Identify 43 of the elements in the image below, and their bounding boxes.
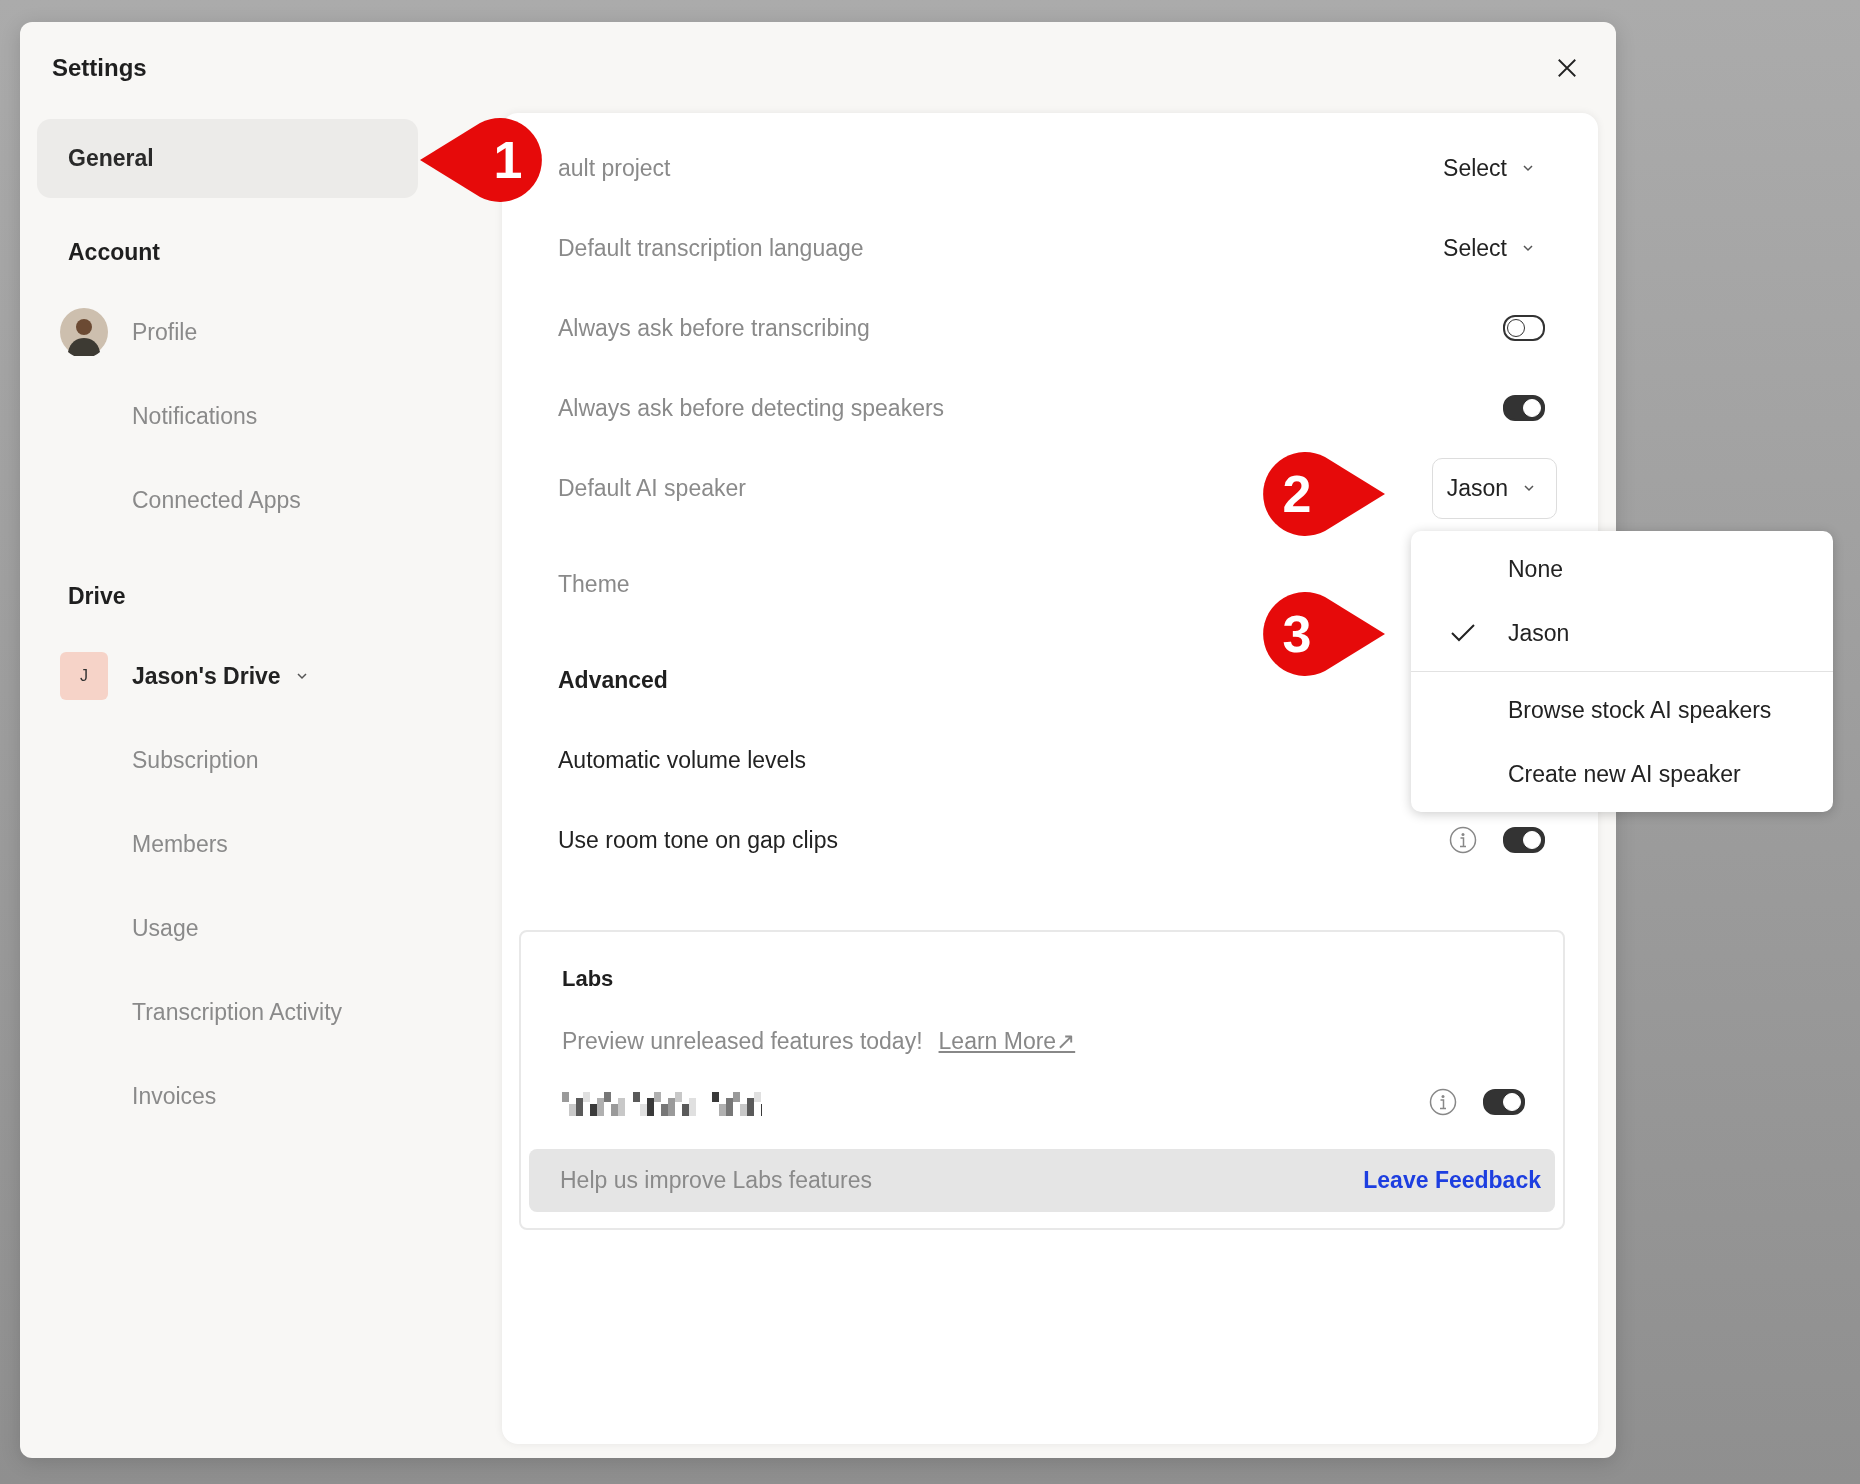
sidebar-item[interactable]: Profile	[132, 314, 198, 350]
menu-item[interactable]: Create new AI speaker	[1411, 742, 1833, 806]
info-icon[interactable]	[1449, 826, 1477, 854]
setting-label: Default AI speaker	[558, 474, 746, 502]
sidebar-heading: Account	[67, 237, 161, 267]
sidebar-heading: Drive	[67, 581, 127, 611]
sidebar-item[interactable]: Invoices	[132, 1078, 217, 1114]
sidebar-item[interactable]: Usage	[132, 910, 199, 946]
toggle-switch[interactable]	[1483, 1089, 1525, 1115]
toggle-switch[interactable]	[1503, 395, 1545, 421]
sidebar-item[interactable]: Members	[132, 826, 228, 862]
avatar-icon	[60, 308, 108, 356]
setting-label: Default transcription language	[558, 234, 864, 262]
select-dropdown[interactable]: Select	[1443, 154, 1545, 182]
dialog-title: Settings	[52, 53, 147, 82]
feedback-text: Help us improve Labs features	[560, 1167, 872, 1194]
toggle-switch[interactable]	[1503, 315, 1545, 341]
info-icon[interactable]	[1429, 1088, 1457, 1116]
menu-item[interactable]: None	[1411, 537, 1833, 601]
sidebar-item[interactable]: Transcription Activity	[132, 994, 343, 1030]
setting-label: ault project	[558, 154, 671, 182]
setting-label: Use room tone on gap clips	[558, 826, 838, 854]
sidebar-item[interactable]: Notifications	[132, 398, 258, 434]
menu-item[interactable]: Browse stock AI speakers	[1411, 678, 1833, 742]
toggle-switch[interactable]	[1503, 827, 1545, 853]
close-icon[interactable]	[1556, 56, 1578, 79]
sidebar-item[interactable]: General	[37, 119, 418, 198]
leave-feedback-link[interactable]: Leave Feedback	[1363, 1167, 1541, 1194]
learn-more-link[interactable]: Learn More↗	[938, 1028, 1076, 1055]
menu-item[interactable]: Jason	[1411, 601, 1833, 665]
labs-description: Preview unreleased features today!	[562, 1028, 923, 1055]
drive-badge: J	[60, 652, 108, 700]
select-dropdown[interactable]: Jason	[1431, 457, 1557, 519]
setting-label: Always ask before detecting speakers	[558, 394, 945, 422]
section-heading: Advanced	[558, 666, 668, 694]
setting-label: Theme	[558, 570, 630, 598]
sidebar-item[interactable]: Subscription	[132, 742, 259, 778]
drive-selector[interactable]: Jason's Drive	[132, 662, 281, 690]
setting-label: Always ask before transcribing	[558, 314, 870, 342]
card-title: Labs	[561, 965, 615, 992]
select-dropdown[interactable]: Select	[1443, 234, 1545, 262]
sidebar-item[interactable]: Connected Apps	[132, 482, 301, 518]
setting-label: Automatic volume levels	[558, 746, 806, 774]
